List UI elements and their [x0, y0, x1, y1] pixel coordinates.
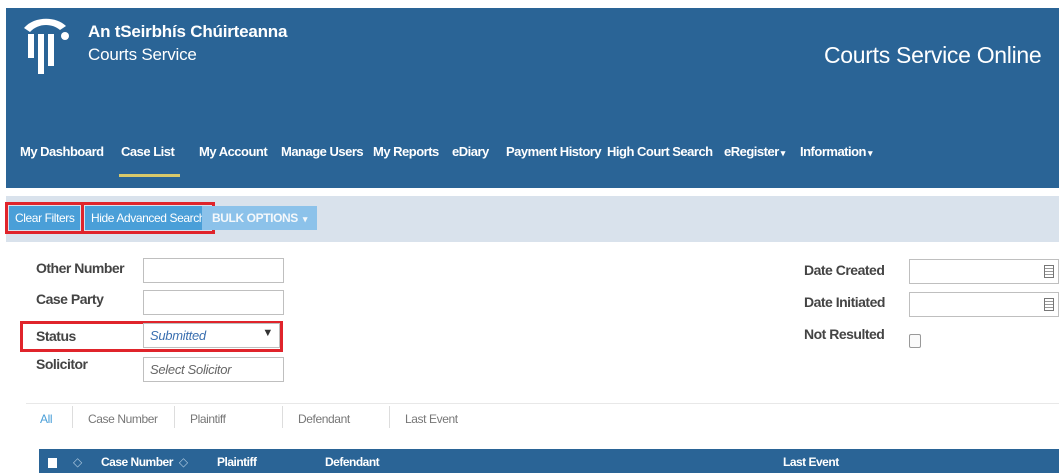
date-created-label: Date Created [804, 262, 885, 278]
site-title: Courts Service Online [824, 42, 1042, 68]
nav-high-court-search[interactable]: High Court Search [607, 144, 713, 159]
not-resulted-checkbox[interactable] [909, 334, 921, 348]
date-initiated-input[interactable] [909, 292, 1059, 317]
select-all-checkbox[interactable] [48, 458, 57, 468]
nav-my-reports[interactable]: My Reports [373, 144, 439, 159]
hide-advanced-search-button[interactable]: Hide Advanced Search [80, 202, 216, 234]
case-table-header: ◇ Case Number ◇ Plaintiff Defendant Last … [39, 449, 1059, 473]
clear-filters-button[interactable]: Clear Filters [4, 202, 85, 234]
caret-down-icon: ▾ [868, 148, 873, 158]
case-party-label: Case Party [36, 291, 104, 307]
column-search-tabs: All Case Number Plaintiff Defendant Last… [26, 403, 1059, 431]
nav-payment-history[interactable]: Payment History [506, 144, 602, 159]
brand-english-name: Courts Service [88, 45, 197, 64]
other-number-input[interactable] [143, 258, 284, 283]
sort-icon[interactable]: ◇ [67, 455, 82, 469]
search-tab-all[interactable]: All [40, 412, 53, 426]
column-header-last-event[interactable]: Last Event [783, 455, 839, 469]
site-header: An tSeirbhís Chúirteanna Courts Service … [6, 8, 1059, 126]
calendar-icon[interactable] [1044, 298, 1054, 311]
nav-eregister-label: eRegister [724, 144, 779, 159]
main-nav: My Dashboard Case List My Account Manage… [6, 126, 1059, 188]
search-tab-defendant[interactable]: Defendant [298, 412, 350, 426]
brand-irish-name: An tSeirbhís Chúirteanna [88, 22, 288, 41]
nav-manage-users[interactable]: Manage Users [281, 144, 364, 159]
nav-my-account[interactable]: My Account [199, 144, 268, 159]
nav-eregister[interactable]: eRegister ▾ [724, 144, 785, 159]
nav-information-label: Information [800, 144, 867, 159]
search-tab-plaintiff[interactable]: Plaintiff [190, 412, 226, 426]
tab-divider [282, 406, 283, 428]
status-select[interactable]: Submitted ▼ [143, 323, 280, 348]
column-header-case-number[interactable]: Case Number ◇ [101, 455, 188, 469]
nav-information[interactable]: Information ▾ [800, 144, 873, 159]
case-number-header-label: Case Number [101, 455, 173, 469]
tab-divider [174, 406, 175, 428]
other-number-label: Other Number [36, 260, 125, 276]
case-party-input[interactable] [143, 290, 284, 315]
not-resulted-label: Not Resulted [804, 326, 885, 342]
solicitor-label: Solicitor [36, 356, 88, 372]
search-tab-case-number[interactable]: Case Number [88, 412, 158, 426]
nav-ediary[interactable]: eDiary [452, 144, 489, 159]
nav-case-list[interactable]: Case List [118, 144, 181, 177]
action-toolbar: Clear Filters Hide Advanced Search BULK … [4, 196, 1059, 242]
courts-service-logo-icon [24, 18, 69, 74]
search-tab-last-event[interactable]: Last Event [405, 412, 458, 426]
status-label: Status [36, 328, 76, 344]
caret-down-icon: ▾ [780, 148, 786, 158]
calendar-icon[interactable] [1044, 265, 1054, 278]
tab-divider [389, 406, 390, 428]
date-initiated-label: Date Initiated [804, 294, 885, 310]
sort-icon: ◇ [178, 455, 188, 469]
status-selected-value: Submitted [150, 328, 206, 343]
bulk-options-label: BULK OPTIONS [212, 211, 298, 225]
caret-down-icon: ▾ [302, 214, 308, 224]
solicitor-input[interactable]: Select Solicitor [143, 357, 284, 382]
date-created-input[interactable] [909, 259, 1059, 284]
tab-divider [72, 406, 73, 428]
column-header-defendant[interactable]: Defendant [325, 455, 380, 469]
dropdown-arrow-icon: ▼ [262, 327, 273, 339]
nav-my-dashboard[interactable]: My Dashboard [20, 144, 104, 159]
bulk-options-button[interactable]: BULK OPTIONS ▾ [202, 206, 317, 230]
column-header-plaintiff[interactable]: Plaintiff [217, 455, 257, 469]
